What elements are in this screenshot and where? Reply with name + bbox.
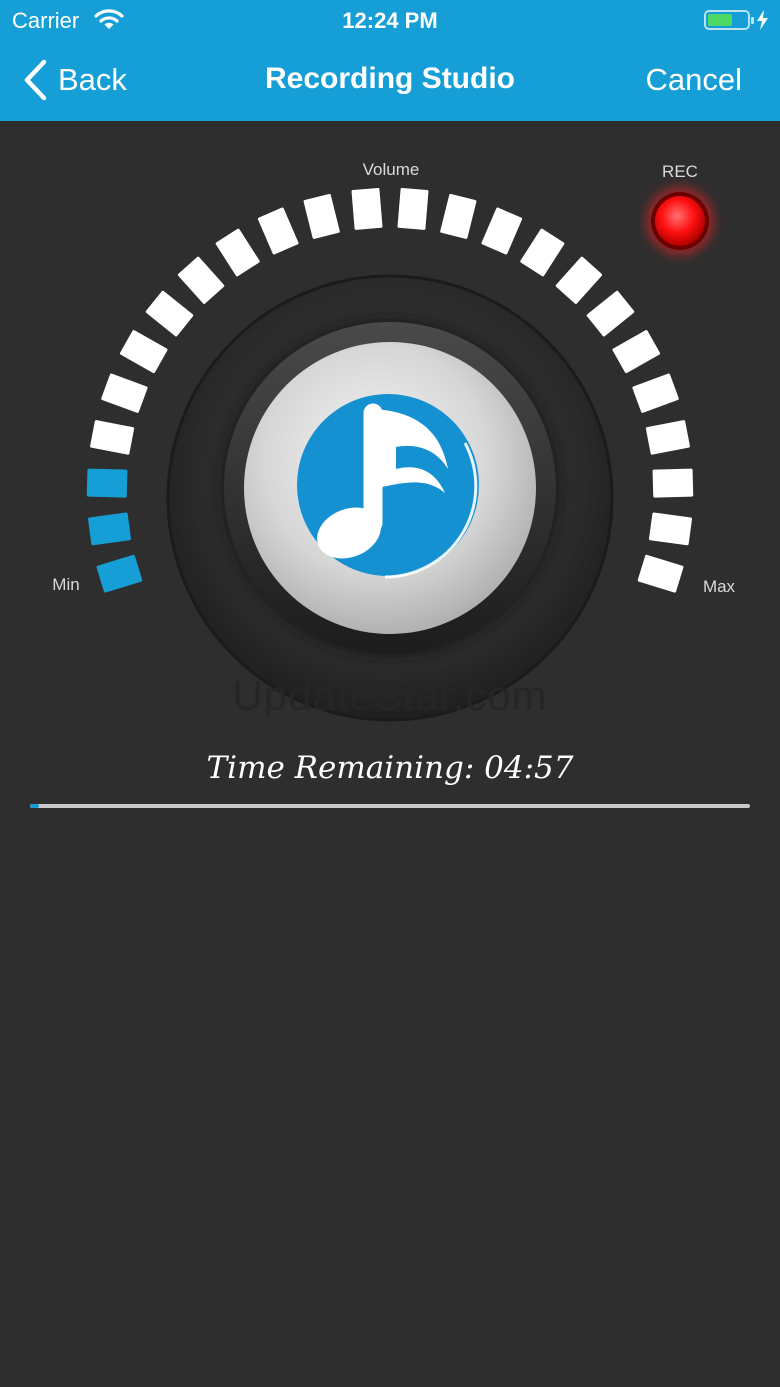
min-label: Min [52,575,79,594]
volume-meter-segment [632,373,679,413]
volume-meter-segment [481,207,523,255]
time-remaining-label: Time Remaining: 04:57 [206,750,574,786]
cancel-button[interactable]: Cancel [646,62,743,98]
volume-meter-segment [586,290,635,337]
volume-meter-segment [648,512,693,546]
volume-meter-segment [555,256,603,304]
volume-dial: Volume Min Max REC [52,160,736,722]
recording-progress-bar[interactable] [30,804,750,808]
volume-meter-segment [397,187,429,230]
volume-meter-segment [119,330,168,374]
volume-meter-segment [177,256,225,304]
volume-meter-segment [652,468,694,498]
volume-meter-segment [351,187,383,230]
volume-meter-segment [101,373,148,413]
volume-meter-segment [612,330,661,374]
volume-meter-segment [145,290,194,337]
progress-fill [30,804,39,808]
volume-meter-segment [440,193,477,239]
volume-meter-segment [87,512,132,546]
volume-meter-segment [86,468,128,498]
rec-label: REC [662,162,698,181]
navigation-bar: Back Recording Studio Cancel [0,40,780,121]
status-bar: Carrier 12:24 PM [0,0,780,40]
volume-meter-segment [303,193,340,239]
volume-meter-segment [257,207,299,255]
volume-meter-segment [645,420,690,455]
rec-indicator [655,196,705,246]
volume-meter-segment [637,554,684,593]
clock: 12:24 PM [342,8,438,33]
volume-meter-segment [520,228,565,277]
music-note-icon [297,394,479,579]
volume-label: Volume [363,160,420,179]
max-label: Max [703,577,736,596]
volume-meter-segment [96,554,143,593]
battery-charging-icon [704,10,768,30]
volume-meter-segment [215,228,260,277]
watermark: UpdateStar.com [232,672,548,719]
volume-meter-segment [90,420,135,455]
